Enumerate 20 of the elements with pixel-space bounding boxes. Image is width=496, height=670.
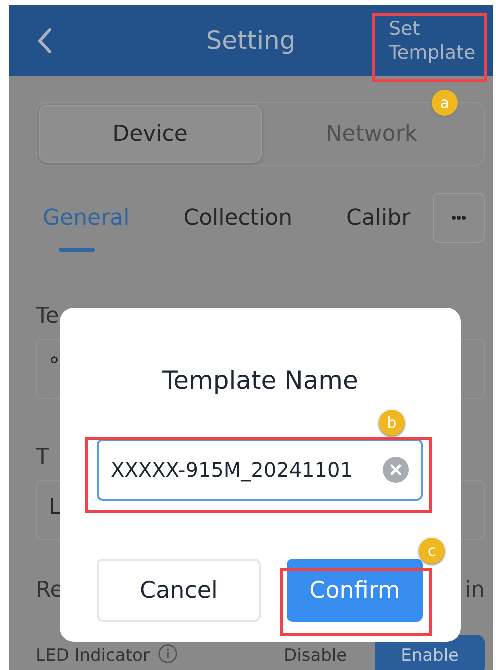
back-icon[interactable] bbox=[37, 28, 53, 54]
page-title: Setting bbox=[206, 26, 296, 55]
cancel-button[interactable]: Cancel bbox=[97, 559, 261, 622]
set-template-button[interactable]: Set Template bbox=[389, 16, 479, 64]
tab[interactable]: Calibr bbox=[346, 194, 413, 242]
more-icon[interactable] bbox=[433, 193, 485, 243]
clear-icon[interactable] bbox=[383, 457, 409, 483]
setting-label: Te bbox=[36, 304, 60, 328]
info-icon[interactable] bbox=[158, 644, 178, 664]
tab-underline bbox=[59, 248, 95, 252]
segment-tab[interactable]: Device bbox=[39, 105, 262, 163]
setting-label: LED Indicator bbox=[36, 646, 150, 666]
name-input-field[interactable]: XXXXX-915M_20241101 bbox=[97, 439, 423, 501]
tab[interactable]: Collection bbox=[184, 194, 293, 242]
option-button[interactable]: Disable bbox=[262, 633, 370, 670]
annotation-badge: a bbox=[432, 90, 458, 116]
setting-label: T bbox=[36, 444, 50, 470]
dialog-title: Template Name bbox=[162, 366, 360, 395]
confirm-button[interactable]: Confirm bbox=[287, 559, 423, 622]
setting-value: in bbox=[464, 578, 485, 603]
